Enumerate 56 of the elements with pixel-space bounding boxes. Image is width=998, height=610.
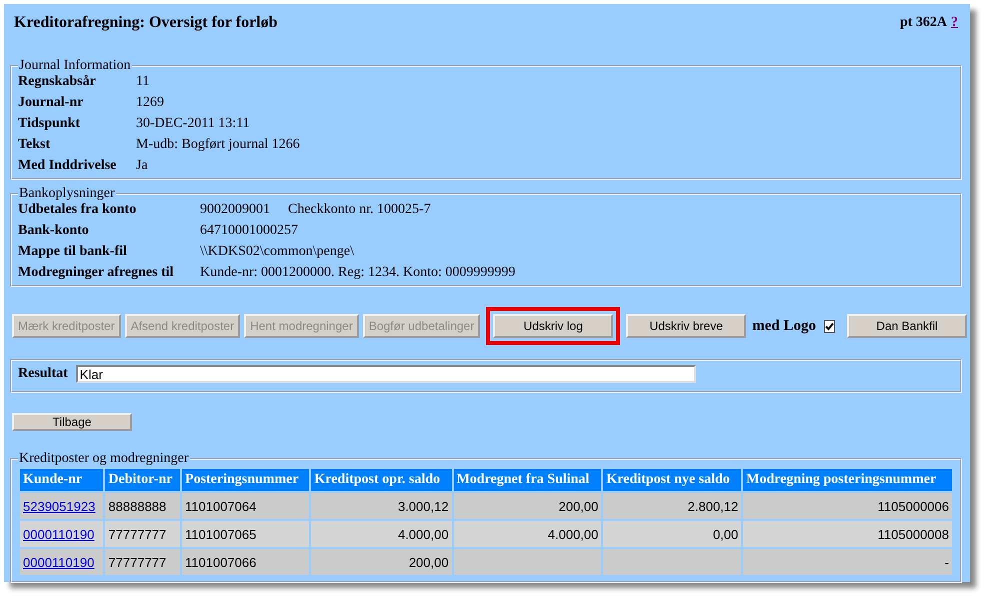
field-label: Journal-nr xyxy=(18,95,84,111)
page-title: Kreditorafregning: Oversigt for forløb xyxy=(14,14,278,32)
column-header: Kreditpost opr. saldo xyxy=(311,469,452,491)
field-value: 9002009001 xyxy=(200,202,270,218)
column-header: Modregnet fra Sulinal xyxy=(454,469,602,491)
table-cell: 200,00 xyxy=(454,493,602,519)
field-label: Tidspunkt xyxy=(18,116,82,132)
field-value: 11 xyxy=(136,74,150,90)
table-cell: 1105000006 xyxy=(743,493,952,519)
table-cell: - xyxy=(743,549,952,575)
field-label: Modregninger afregnes til xyxy=(18,265,175,281)
table-cell: 1101007066 xyxy=(182,549,310,575)
result-label: Resultat xyxy=(18,366,68,382)
table-cell: 77777777 xyxy=(105,549,180,575)
panel-legend: Bankoplysninger xyxy=(18,186,116,202)
panel-legend: Journal Information xyxy=(18,58,132,74)
table-cell: 77777777 xyxy=(105,521,180,547)
field-label: Regnskabsår xyxy=(18,74,97,90)
field-value: Kunde-nr: 0001200000. Reg: 1234. Konto: 0009999999 xyxy=(200,265,516,281)
table-cell: 1101007065 xyxy=(182,521,310,547)
column-header: Modregning posteringsnummer xyxy=(743,469,952,491)
logo-checkbox[interactable] xyxy=(824,320,835,332)
checkbox-label: med Logo xyxy=(752,318,816,334)
field-label: Mappe til bank-fil xyxy=(18,244,128,260)
result-field[interactable]: Klar xyxy=(76,365,696,383)
table-cell: 2.800,12 xyxy=(603,493,742,519)
field-value: 64710001000257 xyxy=(200,223,298,239)
field-value: M-udb: Bogført journal 1266 xyxy=(136,137,300,153)
bankfil-button[interactable]: Dan Bankfil xyxy=(846,314,967,338)
column-header: Kunde-nr xyxy=(20,469,104,491)
panel-legend: Kreditposter og modregninger xyxy=(18,451,190,467)
field-label: Udbetales fra konto xyxy=(18,202,138,218)
table-cell: 1105000008 xyxy=(743,521,952,547)
column-header: Kreditpost nye saldo xyxy=(603,469,742,491)
field-label: Bank-konto xyxy=(18,223,90,239)
field-label: Tekst xyxy=(18,137,52,153)
table-cell: 0,00 xyxy=(603,521,742,547)
table-cell: 3.000,12 xyxy=(311,493,452,519)
field-value: 30-DEC-2011 13:11 xyxy=(136,116,250,132)
field-value: 1269 xyxy=(136,95,164,111)
action-button[interactable]: Udskriv log xyxy=(493,314,614,338)
page-code: pt 362A xyxy=(900,15,947,30)
table-cell: 4.000,00 xyxy=(311,521,452,547)
action-button[interactable]: Udskriv breve xyxy=(626,314,746,338)
help-link[interactable]: ? xyxy=(951,15,958,30)
table-cell: 200,00 xyxy=(311,549,452,575)
field-label: Med Inddrivelse xyxy=(18,158,118,174)
field-value: Ja xyxy=(136,158,148,174)
field-value: \\KDKS02\common\penge\ xyxy=(200,244,354,260)
back-button[interactable]: Tilbage xyxy=(12,413,132,431)
table-cell: 4.000,00 xyxy=(454,521,602,547)
column-header: Debitor-nr xyxy=(105,469,180,491)
field-value: Checkkonto nr. 100025-7 xyxy=(288,202,431,218)
column-header: Posteringsnummer xyxy=(182,469,310,491)
table-cell: 1101007064 xyxy=(182,493,310,519)
table-cell: 88888888 xyxy=(105,493,180,519)
